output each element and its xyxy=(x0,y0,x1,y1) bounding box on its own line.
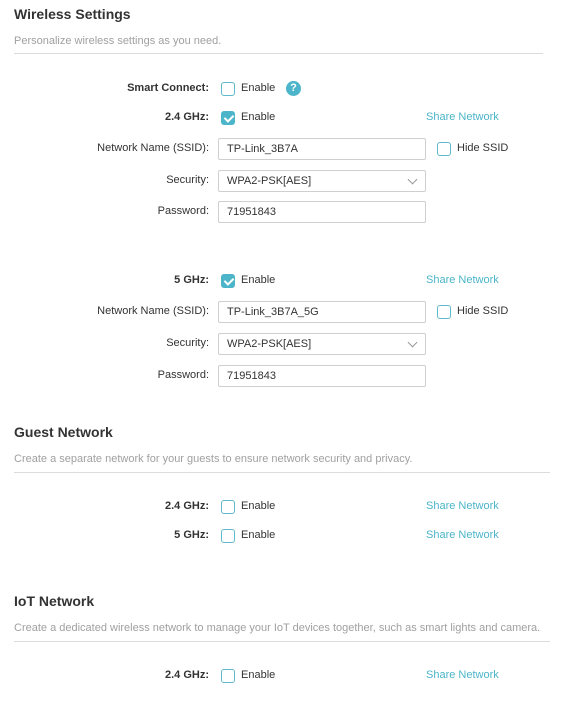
smart-connect-enable-label[interactable]: Enable xyxy=(241,82,275,94)
guest-band-24-enable-label[interactable]: Enable xyxy=(241,500,275,512)
band-24-security-select[interactable]: WPA2-PSK[AES] xyxy=(218,170,426,192)
band-5-password-row: Password: 71951843 xyxy=(0,365,564,387)
band-5-enable-label[interactable]: Enable xyxy=(241,274,275,286)
guest-band-24-enable-checkbox[interactable] xyxy=(221,500,235,514)
iot-band-24-share-network-link[interactable]: Share Network xyxy=(426,669,499,681)
band-5-share-network-link[interactable]: Share Network xyxy=(426,274,499,286)
guest-band-24-share-network-link[interactable]: Share Network xyxy=(426,500,499,512)
band-5-row: 5 GHz: Enable Share Network xyxy=(0,270,564,292)
band-24-label: 2.4 GHz: xyxy=(164,111,209,123)
password-label: Password: xyxy=(157,369,209,381)
band-5-security-value: WPA2-PSK[AES] xyxy=(227,338,312,350)
guest-band-5-share-network-link[interactable]: Share Network xyxy=(426,529,499,541)
smart-connect-label: Smart Connect: xyxy=(127,82,209,94)
guest-band-5-enable-checkbox[interactable] xyxy=(221,529,235,543)
band-5-security-row: Security: WPA2-PSK[AES] xyxy=(0,333,564,355)
ssid-label: Network Name (SSID): xyxy=(97,142,209,154)
iot-network-title: IoT Network xyxy=(14,593,95,609)
band-24-ssid-input[interactable]: TP-Link_3B7A xyxy=(218,138,426,160)
divider xyxy=(14,641,550,642)
guest-band-24-label: 2.4 GHz: xyxy=(164,500,209,512)
band-24-enable-label[interactable]: Enable xyxy=(241,111,275,123)
chevron-down-icon xyxy=(407,174,418,185)
band-5-ssid-row: Network Name (SSID): TP-Link_3B7A_5G Hid… xyxy=(0,301,564,323)
smart-connect-row: Smart Connect: Enable ? xyxy=(0,78,564,100)
guest-network-desc: Create a separate network for your guest… xyxy=(14,453,413,465)
guest-band-5-enable-label[interactable]: Enable xyxy=(241,529,275,541)
band-5-password-input[interactable]: 71951843 xyxy=(218,365,426,387)
guest-network-title: Guest Network xyxy=(14,424,113,440)
iot-band-24-row: 2.4 GHz: Enable Share Network xyxy=(0,665,564,687)
guest-band-5-label: 5 GHz: xyxy=(174,529,209,541)
band-24-security-value: WPA2-PSK[AES] xyxy=(227,175,312,187)
band-24-row: 2.4 GHz: Enable Share Network xyxy=(0,107,564,129)
guest-band-24-row: 2.4 GHz: Enable Share Network xyxy=(0,496,564,518)
band-5-label: 5 GHz: xyxy=(174,274,209,286)
iot-band-24-label: 2.4 GHz: xyxy=(164,669,209,681)
security-label: Security: xyxy=(166,174,209,186)
password-label: Password: xyxy=(157,205,209,217)
divider xyxy=(14,53,543,54)
wireless-settings-desc: Personalize wireless settings as you nee… xyxy=(14,35,222,47)
chevron-down-icon xyxy=(407,337,418,348)
ssid-label: Network Name (SSID): xyxy=(97,305,209,317)
iot-network-desc: Create a dedicated wireless network to m… xyxy=(14,622,541,634)
band-5-hide-ssid-checkbox[interactable] xyxy=(437,305,451,319)
band-24-password-row: Password: 71951843 xyxy=(0,201,564,223)
band-24-password-input[interactable]: 71951843 xyxy=(218,201,426,223)
help-icon[interactable]: ? xyxy=(286,81,301,96)
band-5-enable-checkbox[interactable] xyxy=(221,274,235,288)
divider xyxy=(14,472,550,473)
band-5-ssid-input[interactable]: TP-Link_3B7A_5G xyxy=(218,301,426,323)
iot-band-24-enable-label[interactable]: Enable xyxy=(241,669,275,681)
wireless-settings-title: Wireless Settings xyxy=(14,6,131,22)
band-24-hide-ssid-checkbox[interactable] xyxy=(437,142,451,156)
band-24-ssid-row: Network Name (SSID): TP-Link_3B7A Hide S… xyxy=(0,138,564,160)
band-5-hide-ssid-label[interactable]: Hide SSID xyxy=(457,305,508,317)
band-24-hide-ssid-label[interactable]: Hide SSID xyxy=(457,142,508,154)
guest-band-5-row: 5 GHz: Enable Share Network xyxy=(0,525,564,547)
smart-connect-checkbox[interactable] xyxy=(221,82,235,96)
band-24-share-network-link[interactable]: Share Network xyxy=(426,111,499,123)
band-24-enable-checkbox[interactable] xyxy=(221,111,235,125)
iot-band-24-enable-checkbox[interactable] xyxy=(221,669,235,683)
security-label: Security: xyxy=(166,337,209,349)
band-5-security-select[interactable]: WPA2-PSK[AES] xyxy=(218,333,426,355)
band-24-security-row: Security: WPA2-PSK[AES] xyxy=(0,170,564,192)
